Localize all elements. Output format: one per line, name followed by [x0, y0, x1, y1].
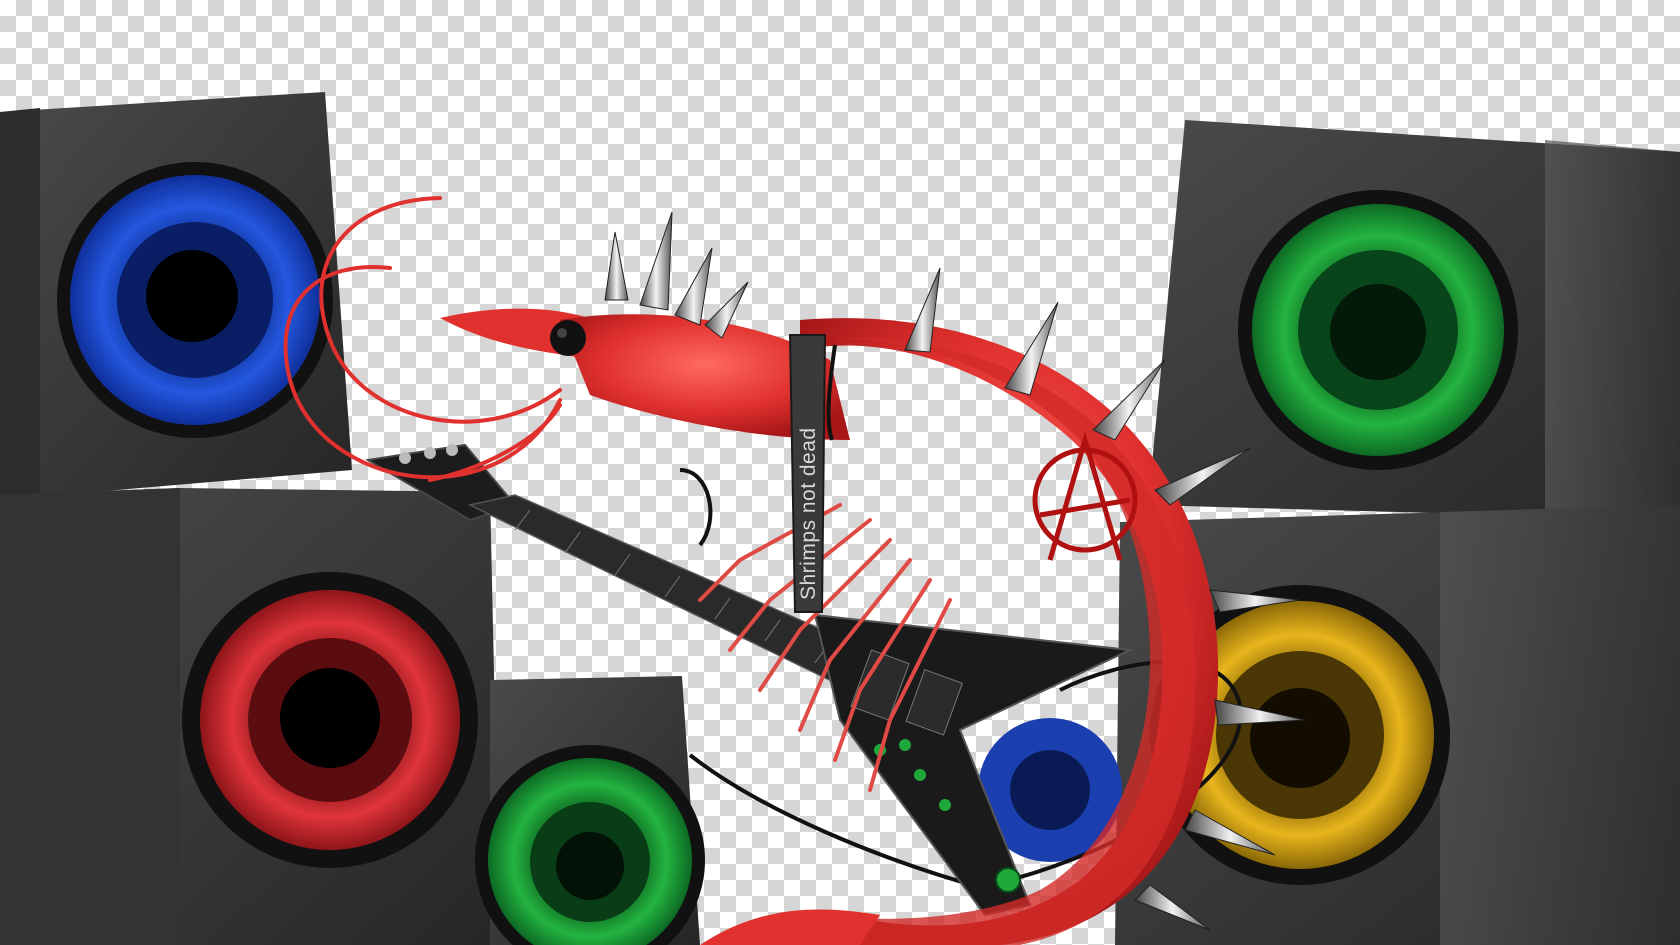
guitar-strap: Shrimps not dead — [788, 334, 827, 613]
collage-scene: Shrimps not dead — [0, 0, 1680, 945]
speaker-cabinet-top-left — [0, 92, 352, 500]
green-speaker-cone-top — [1238, 190, 1518, 470]
collage-artwork: Shrimps not dead — [0, 92, 1680, 945]
strap-label: Shrimps not dead — [797, 427, 820, 600]
blue-speaker-cone — [57, 162, 333, 438]
speaker-cabinet-bottom-left — [0, 488, 500, 945]
shrimp-eye — [550, 320, 586, 356]
red-speaker-cone — [182, 572, 478, 868]
speaker-cabinet-bottom-middle — [475, 676, 705, 945]
